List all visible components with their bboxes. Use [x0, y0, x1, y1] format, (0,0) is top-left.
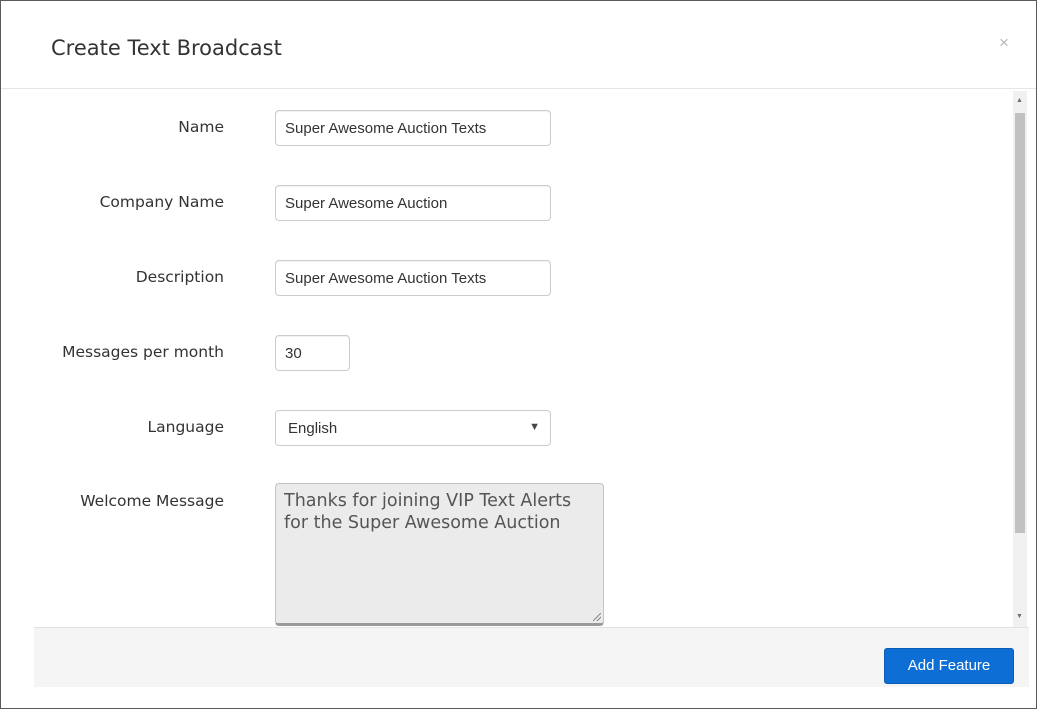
language-selected-value: English — [288, 420, 338, 437]
language-select[interactable]: English ▼ — [275, 410, 551, 446]
welcome-message-label: Welcome Message — [80, 492, 224, 510]
resize-grip-icon[interactable] — [593, 613, 601, 621]
modal-title: Create Text Broadcast — [51, 36, 282, 60]
scrollbar-thumb[interactable] — [1015, 113, 1025, 533]
welcome-message-text: Thanks for joining VIP Text Alerts for t… — [284, 491, 572, 533]
messages-per-month-input[interactable] — [275, 335, 350, 371]
scrollbar[interactable]: ▲ ▼ — [1013, 91, 1027, 627]
description-input[interactable] — [275, 260, 551, 296]
description-label: Description — [135, 268, 224, 286]
language-label: Language — [147, 418, 225, 436]
welcome-message-textarea[interactable]: Thanks for joining VIP Text Alerts for t… — [275, 483, 604, 626]
scroll-up-arrow-icon[interactable]: ▲ — [1016, 97, 1023, 105]
name-input[interactable] — [275, 110, 551, 146]
company-name-label: Company Name — [99, 193, 224, 211]
scroll-down-arrow-icon[interactable]: ▼ — [1016, 613, 1023, 621]
close-icon[interactable]: × — [999, 33, 1009, 53]
name-label: Name — [178, 118, 224, 136]
modal-header: Create Text Broadcast × — [1, 1, 1036, 89]
messages-per-month-label: Messages per month — [62, 343, 224, 361]
modal-dialog: Create Text Broadcast × Name Company Nam… — [0, 0, 1037, 709]
dropdown-caret-icon: ▼ — [529, 421, 540, 433]
add-feature-button[interactable]: Add Feature — [884, 648, 1014, 684]
modal-footer — [34, 627, 1029, 687]
company-name-input[interactable] — [275, 185, 551, 221]
